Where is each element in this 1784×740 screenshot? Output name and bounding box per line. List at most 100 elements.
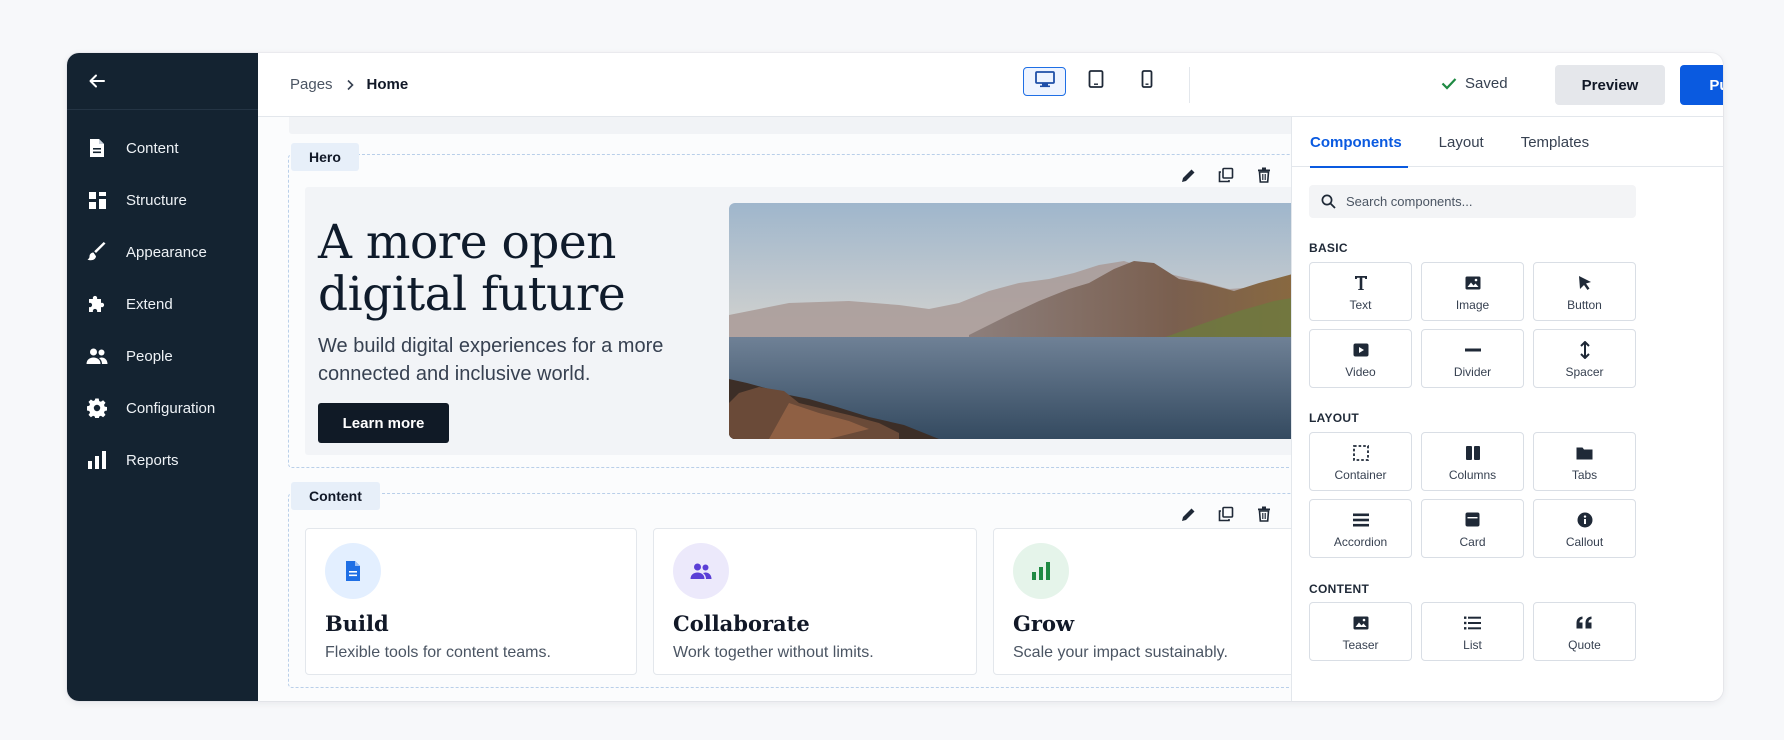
card-description: Work together without limits. <box>673 644 874 661</box>
component-spacer[interactable]: Spacer <box>1533 329 1636 388</box>
component-card[interactable]: Card <box>1421 499 1524 558</box>
save-status: Saved <box>1441 75 1508 92</box>
basic-components-grid: Text Image Button Video Divider Spacer <box>1309 262 1636 388</box>
chevron-right-icon <box>345 79 355 91</box>
content-section[interactable]: Content Build Flexible tools for content… <box>288 482 1291 688</box>
tablet-view-button[interactable] <box>1074 67 1117 96</box>
hero-section[interactable]: Hero A more open digital future We build… <box>288 143 1291 468</box>
component-label: Image <box>1455 297 1490 312</box>
component-divider[interactable]: Divider <box>1421 329 1524 388</box>
columns-icon <box>1465 442 1481 464</box>
layout-components-grid: Container Columns Tabs Accordion Card Ca… <box>1309 432 1636 558</box>
sidebar-item-content[interactable]: Content <box>67 122 258 174</box>
component-tabs[interactable]: Tabs <box>1533 432 1636 491</box>
search-input[interactable] <box>1346 194 1626 209</box>
save-status-label: Saved <box>1465 75 1508 92</box>
section-tools <box>1178 165 1291 185</box>
image-icon <box>1353 612 1369 634</box>
card-title: Grow <box>1013 611 1075 636</box>
component-label: Container <box>1334 467 1387 482</box>
sidebar-item-configuration[interactable]: Configuration <box>67 382 258 434</box>
spacer-icon <box>1579 339 1590 361</box>
sidebar-item-label: Configuration <box>126 399 216 417</box>
tab-templates[interactable]: Templates <box>1521 117 1589 167</box>
component-text[interactable]: Text <box>1309 262 1412 321</box>
brush-icon <box>86 241 108 263</box>
component-columns[interactable]: Columns <box>1421 432 1524 491</box>
duplicate-icon[interactable] <box>1216 165 1236 185</box>
trash-icon[interactable] <box>1254 504 1274 524</box>
section-tools <box>1178 504 1291 524</box>
container-icon <box>1352 442 1369 464</box>
content-components-grid: Teaser List Quote <box>1309 602 1636 661</box>
grid-icon <box>86 189 108 211</box>
component-accordion[interactable]: Accordion <box>1309 499 1412 558</box>
card-description: Scale your impact sustainably. <box>1013 644 1228 661</box>
divider-icon <box>1464 339 1481 361</box>
top-toolbar: Pages Home Saved Preview P <box>258 53 1723 117</box>
tab-components[interactable]: Components <box>1310 117 1408 168</box>
sidebar-item-label: Structure <box>126 191 187 209</box>
trash-icon[interactable] <box>1254 165 1274 185</box>
publish-button[interactable]: Publish <box>1680 65 1723 105</box>
quote-icon <box>1576 612 1593 634</box>
check-icon <box>1441 77 1457 90</box>
component-label: Button <box>1567 297 1602 312</box>
pencil-icon[interactable] <box>1178 165 1198 185</box>
sidebar-item-structure[interactable]: Structure <box>67 174 258 226</box>
text-icon <box>1354 272 1368 294</box>
component-label: Columns <box>1448 467 1497 482</box>
duplicate-icon[interactable] <box>1216 504 1236 524</box>
component-label: List <box>1463 637 1482 652</box>
sidebar-item-people[interactable]: People <box>67 330 258 382</box>
component-image[interactable]: Image <box>1421 262 1524 321</box>
feature-card-build[interactable]: Build Flexible tools for content teams. <box>305 528 637 675</box>
sidebar-item-reports[interactable]: Reports <box>67 434 258 486</box>
feature-card-grow[interactable]: Grow Scale your impact sustainably. <box>993 528 1291 675</box>
back-arrow-icon[interactable] <box>86 70 108 92</box>
component-list[interactable]: List <box>1421 602 1524 661</box>
desktop-view-button[interactable] <box>1023 67 1066 96</box>
bar-chart-icon <box>1013 543 1069 599</box>
people-icon <box>673 543 729 599</box>
mobile-view-button[interactable] <box>1125 67 1168 96</box>
breadcrumb-pages[interactable]: Pages <box>290 76 333 93</box>
sidebar-item-label: Content <box>126 139 179 157</box>
component-video[interactable]: Video <box>1309 329 1412 388</box>
component-teaser[interactable]: Teaser <box>1309 602 1412 661</box>
device-switcher <box>1023 67 1168 96</box>
tablet-icon <box>1088 70 1104 93</box>
sidebar-header <box>67 53 258 110</box>
group-title-basic: BASIC <box>1309 241 1348 255</box>
video-icon <box>1353 339 1369 361</box>
desktop-icon <box>1034 70 1055 93</box>
pencil-icon[interactable] <box>1178 504 1198 524</box>
section-tag: Content <box>291 482 380 510</box>
hero-image[interactable] <box>729 203 1291 439</box>
feature-card-collaborate[interactable]: Collaborate Work together without limits… <box>653 528 977 675</box>
hero-block: A more open digital future We build digi… <box>305 187 1291 455</box>
preview-button[interactable]: Preview <box>1555 65 1665 105</box>
toolbar-divider <box>1189 67 1190 103</box>
learn-more-button[interactable]: Learn more <box>318 403 449 443</box>
component-label: Divider <box>1453 364 1492 379</box>
component-quote[interactable]: Quote <box>1533 602 1636 661</box>
component-label: Callout <box>1565 534 1604 549</box>
search-icon <box>1321 194 1336 209</box>
component-label: Card <box>1459 534 1486 549</box>
component-label: Teaser <box>1342 637 1379 652</box>
previous-section-edge <box>289 117 1291 134</box>
sidebar-item-label: Extend <box>126 295 173 313</box>
tab-layout[interactable]: Layout <box>1439 117 1484 167</box>
sidebar-item-appearance[interactable]: Appearance <box>67 226 258 278</box>
page-canvas: Hero A more open digital future We build… <box>258 117 1292 701</box>
sidebar-item-label: Reports <box>126 451 179 469</box>
document-icon <box>325 543 381 599</box>
group-title-content: CONTENT <box>1309 582 1370 596</box>
sidebar-item-extend[interactable]: Extend <box>67 278 258 330</box>
component-container[interactable]: Container <box>1309 432 1412 491</box>
component-button[interactable]: Button <box>1533 262 1636 321</box>
component-callout[interactable]: Callout <box>1533 499 1636 558</box>
main-area: Pages Home Saved Preview P Hero A more o… <box>258 53 1723 701</box>
editor-body: Hero A more open digital future We build… <box>258 117 1723 701</box>
